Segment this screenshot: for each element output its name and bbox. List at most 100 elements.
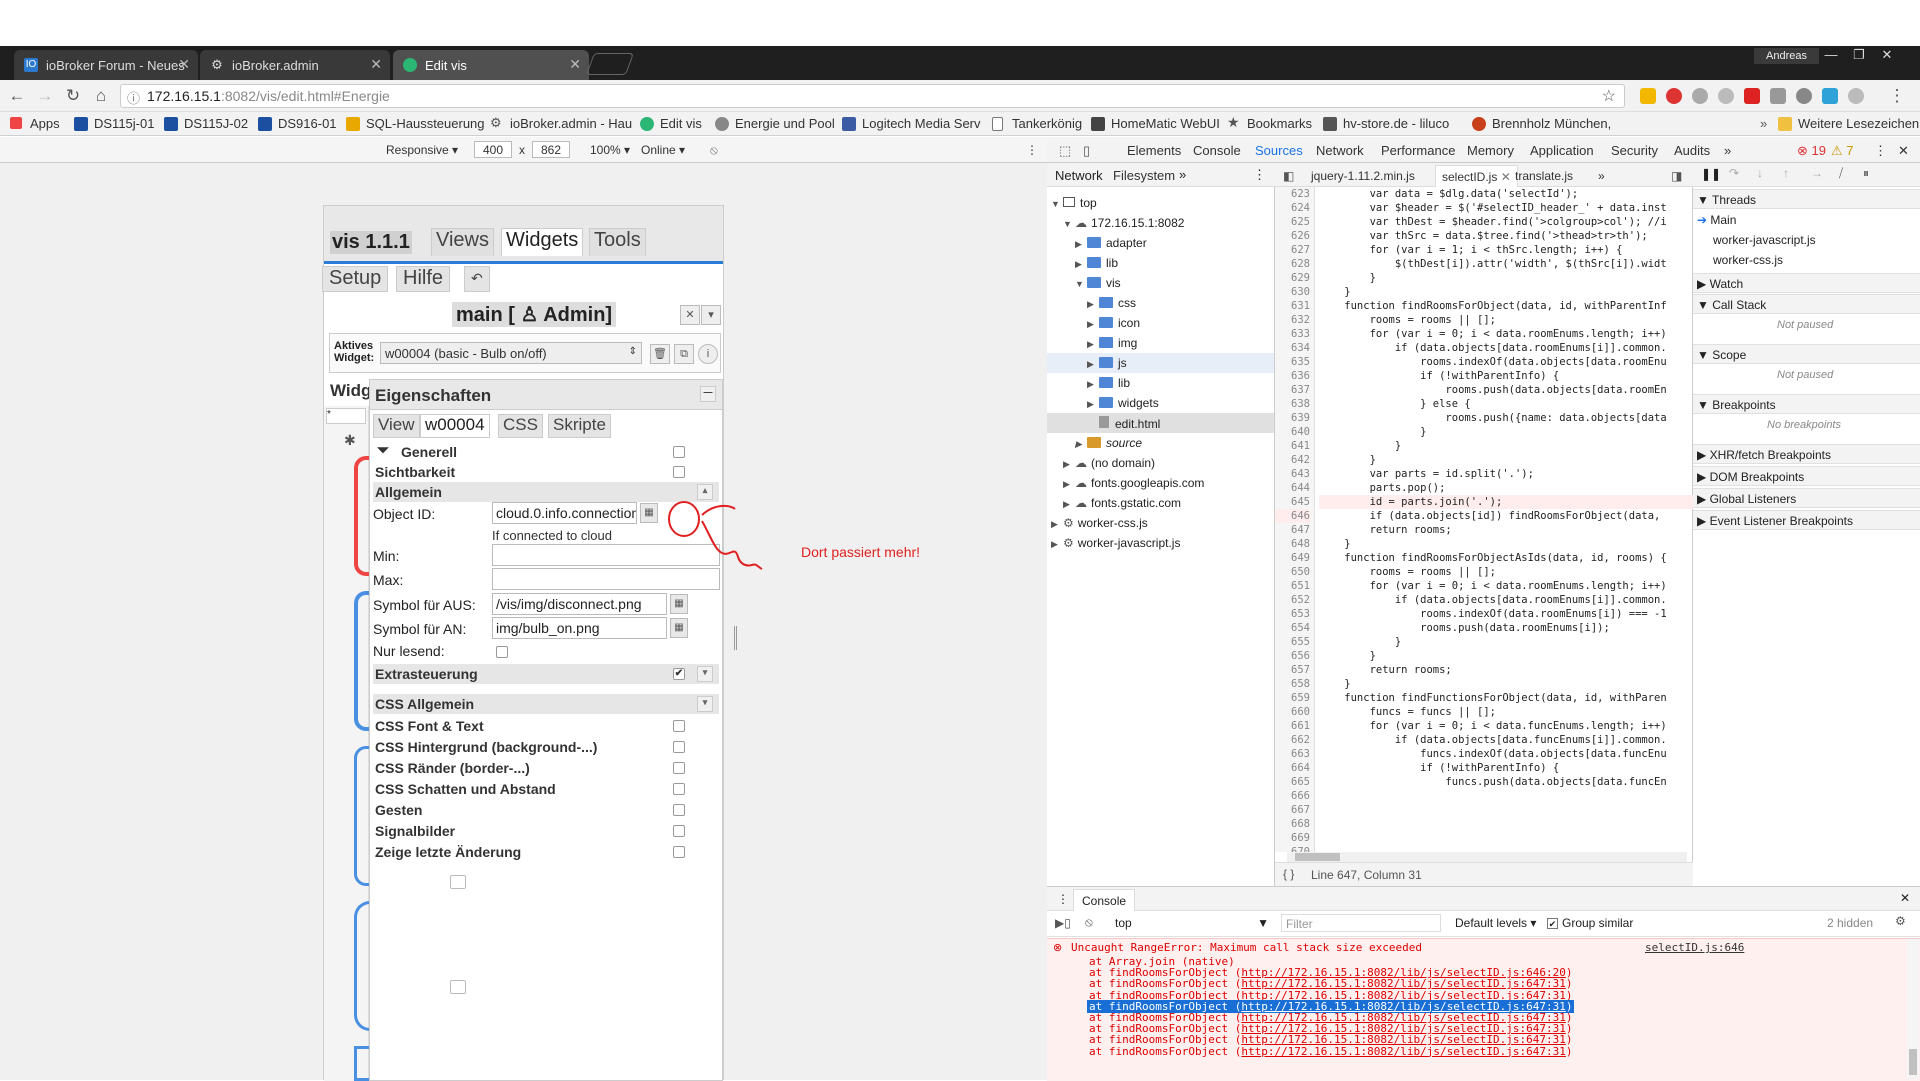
tab-widgets[interactable]: Widgets bbox=[501, 228, 584, 256]
section-dom-breakpoints[interactable]: ▶ DOM Breakpoints bbox=[1693, 466, 1920, 486]
tree-item-top[interactable]: ▼ top bbox=[1051, 196, 1097, 210]
more-icon[interactable]: ⋮ bbox=[1026, 143, 1038, 157]
bookmark-item[interactable]: DS916-01 bbox=[258, 116, 337, 131]
active-widget-select[interactable]: w00004 (basic - Bulb on/off) ⇕ bbox=[380, 342, 642, 364]
line-number[interactable]: 663 bbox=[1275, 747, 1310, 761]
tab-audits[interactable]: Audits bbox=[1674, 143, 1710, 158]
section-sichtbarkeit[interactable]: Sichtbarkeit bbox=[373, 462, 719, 482]
pretty-print-icon[interactable]: { } bbox=[1283, 867, 1294, 881]
widget-preview[interactable] bbox=[354, 591, 370, 731]
delete-icon[interactable]: 🗑 bbox=[650, 344, 670, 364]
bookmark-item[interactable]: Energie und Pool bbox=[715, 116, 835, 131]
widget-preview[interactable] bbox=[354, 746, 370, 886]
undo-button[interactable]: ↶ bbox=[464, 266, 490, 292]
line-number[interactable]: 654 bbox=[1275, 621, 1310, 635]
extension-icon[interactable] bbox=[1796, 88, 1812, 104]
rotate-icon[interactable]: ⦸ bbox=[710, 143, 718, 158]
clear-console-icon[interactable]: ⦸ bbox=[1085, 915, 1093, 930]
line-number[interactable]: 629 bbox=[1275, 271, 1310, 285]
line-number[interactable]: 630 bbox=[1275, 285, 1310, 299]
bookmark-item[interactable]: DS115j-01 bbox=[74, 116, 154, 131]
inspect-icon[interactable]: ⬚ bbox=[1059, 143, 1071, 159]
line-number[interactable]: 633 bbox=[1275, 327, 1310, 341]
section-checkbox[interactable] bbox=[673, 720, 685, 732]
step-icon[interactable]: → bbox=[1811, 166, 1823, 180]
step-into-icon[interactable]: ↓ bbox=[1757, 166, 1763, 180]
close-icon[interactable]: ✕ bbox=[1898, 143, 1909, 159]
close-icon[interactable]: ✕ bbox=[680, 305, 700, 325]
line-number[interactable]: 651 bbox=[1275, 579, 1310, 593]
error-count[interactable]: ⊗ 19 bbox=[1797, 143, 1826, 159]
bookmark-item[interactable]: SQL-Haussteuerung bbox=[346, 116, 485, 131]
url-input[interactable]: ⓘ 172.16.15.1:8082/vis/edit.html#Energie… bbox=[120, 84, 1625, 108]
bookmark-item[interactable]: ★ Bookmarks bbox=[1227, 114, 1312, 131]
line-number[interactable]: 649 bbox=[1275, 551, 1310, 565]
thread-worker-css[interactable]: worker-css.js bbox=[1713, 253, 1783, 267]
restore-icon[interactable]: ❐ bbox=[1846, 47, 1872, 65]
symbol-on-input[interactable]: img/bulb_on.png bbox=[492, 617, 667, 639]
other-bookmarks[interactable]: Weitere Lesezeichen bbox=[1778, 116, 1919, 131]
tab-iobroker-admin[interactable]: ⚙ ioBroker.admin ✕ bbox=[200, 50, 390, 80]
line-number[interactable]: 646 bbox=[1275, 509, 1310, 523]
bookmark-item[interactable]: Edit vis bbox=[640, 116, 702, 131]
widget-preview[interactable] bbox=[354, 901, 370, 1031]
line-number[interactable]: 640 bbox=[1275, 425, 1310, 439]
tab-memory[interactable]: Memory bbox=[1467, 143, 1514, 158]
bookmark-item[interactable]: HomeMatic WebUI bbox=[1091, 116, 1220, 131]
tab-console[interactable]: Console bbox=[1193, 143, 1241, 158]
responsive-dropdown[interactable]: Responsive ▾ bbox=[386, 143, 458, 157]
line-number[interactable]: 627 bbox=[1275, 243, 1310, 257]
collapse-icon[interactable]: — bbox=[700, 386, 716, 402]
select-object-icon[interactable]: ▦ bbox=[640, 503, 658, 523]
section-threads[interactable]: ▼ Threads bbox=[1693, 189, 1920, 209]
section-checkbox-checked[interactable]: ✔ bbox=[673, 668, 685, 680]
line-number[interactable]: 625 bbox=[1275, 215, 1310, 229]
toggle-navigator-icon[interactable]: ◧ bbox=[1283, 169, 1294, 183]
section-checkbox[interactable] bbox=[673, 846, 685, 858]
tree-item-folder-selected[interactable]: ▶ js bbox=[1047, 353, 1274, 373]
section-css-background[interactable]: CSS Hintergrund (background-...) bbox=[373, 737, 719, 757]
viewport-width-input[interactable]: 400 bbox=[474, 141, 512, 158]
menu-icon[interactable]: ⋮ bbox=[1886, 85, 1908, 107]
stack-frame[interactable]: at findRoomsForObject (http://172.16.15.… bbox=[1087, 1045, 1574, 1058]
thread-worker-js[interactable]: worker-javascript.js bbox=[1713, 233, 1816, 247]
adblock-icon[interactable] bbox=[1666, 88, 1682, 104]
console-scrollbar[interactable] bbox=[1907, 939, 1919, 1079]
more-tabs-icon[interactable]: » bbox=[1724, 143, 1731, 158]
tree-item-worker[interactable]: ▶ ⚙ worker-javascript.js bbox=[1051, 536, 1180, 550]
widget-preview[interactable] bbox=[354, 1046, 370, 1081]
tab-widget[interactable]: w00004 bbox=[420, 414, 490, 438]
line-number[interactable]: 635 bbox=[1275, 355, 1310, 369]
file-tab[interactable]: translate.js bbox=[1515, 169, 1573, 183]
line-number[interactable]: 642 bbox=[1275, 453, 1310, 467]
home-icon[interactable]: ⌂ bbox=[90, 85, 112, 107]
line-number[interactable]: 645 bbox=[1275, 495, 1310, 509]
file-tab-active[interactable]: selectID.js ✕ bbox=[1435, 165, 1518, 187]
section-call-stack[interactable]: ▼ Call Stack bbox=[1693, 294, 1920, 314]
line-number[interactable]: 662 bbox=[1275, 733, 1310, 747]
bookmark-item[interactable]: Brennholz München, bbox=[1472, 116, 1611, 131]
line-number[interactable]: 632 bbox=[1275, 313, 1310, 327]
chevron-down-icon[interactable]: ▾ bbox=[701, 305, 721, 325]
more-bookmarks-icon[interactable]: » bbox=[1760, 116, 1767, 131]
line-number[interactable]: 637 bbox=[1275, 383, 1310, 397]
gear-icon[interactable]: ⚙ bbox=[1895, 914, 1906, 928]
line-number[interactable]: 639 bbox=[1275, 411, 1310, 425]
section-gesten[interactable]: Gesten bbox=[373, 800, 719, 820]
extension-icon[interactable] bbox=[1822, 88, 1838, 104]
section-css-border[interactable]: CSS Ränder (border-...) bbox=[373, 758, 719, 778]
section-last-change[interactable]: Zeige letzte Änderung bbox=[373, 842, 719, 862]
stack-frame-link[interactable]: http://172.16.15.1:8082/lib/js/selectID.… bbox=[1241, 1045, 1566, 1058]
section-checkbox[interactable] bbox=[673, 741, 685, 753]
line-number[interactable]: 624 bbox=[1275, 201, 1310, 215]
scrollbar-thumb[interactable] bbox=[1909, 1049, 1917, 1075]
section-css-shadow[interactable]: CSS Schatten und Abstand bbox=[373, 779, 719, 799]
line-number[interactable]: 634 bbox=[1275, 341, 1310, 355]
horizontal-scrollbar[interactable] bbox=[1287, 852, 1687, 862]
extension-icon[interactable] bbox=[1744, 88, 1760, 104]
close-icon[interactable]: ✕ bbox=[1501, 170, 1511, 184]
tab-network[interactable]: Network bbox=[1316, 143, 1364, 158]
toggle-debugger-icon[interactable]: ◨ bbox=[1671, 169, 1682, 183]
symbol-off-input[interactable]: /vis/img/disconnect.png bbox=[492, 593, 667, 615]
console-tab[interactable]: Console bbox=[1073, 889, 1136, 911]
